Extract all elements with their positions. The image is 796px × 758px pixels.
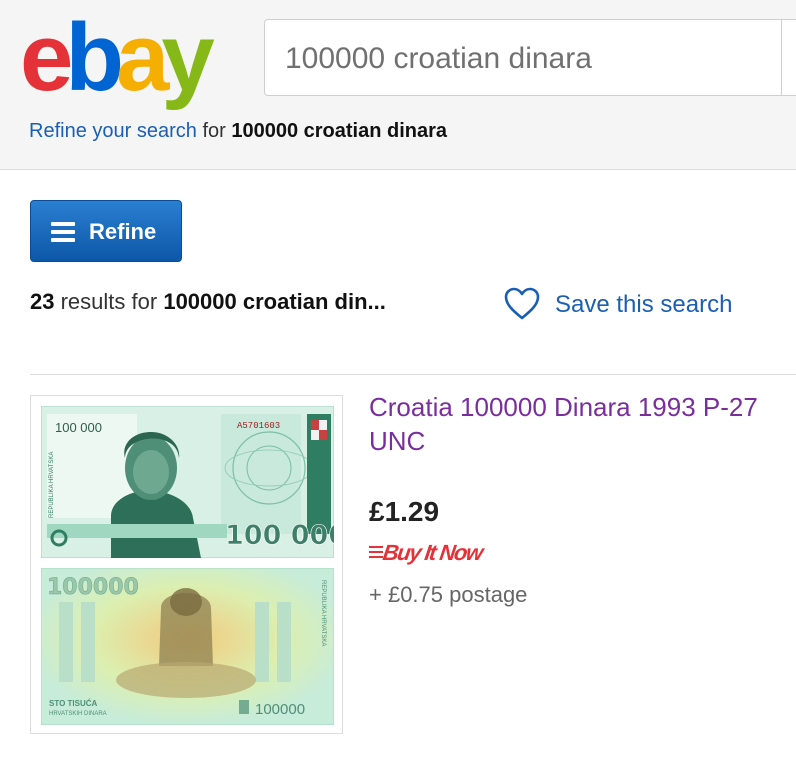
refine-search-line: Refine your search for 100000 croatian d… [29, 120, 447, 143]
results-query: 100000 croatian din... [163, 289, 386, 314]
heart-icon [504, 287, 540, 320]
results-text: results for [60, 289, 158, 314]
back-denomination: 100000 [47, 575, 139, 600]
search-divider [781, 20, 782, 95]
site-header: ebay 100000 croatian dinara Refine your … [0, 0, 796, 170]
speed-lines-icon [369, 546, 383, 560]
front-side-text: REPUBLIKA HRVATSKA [49, 452, 55, 518]
refine-for-text: for [202, 120, 226, 142]
listing-price: £1.29 [369, 496, 440, 527]
refine-query-text: 100000 croatian dinara [231, 120, 448, 142]
search-input-value: 100000 croatian dinara [285, 42, 592, 75]
serial-number: A5701603 [237, 421, 280, 431]
hamburger-icon [51, 222, 75, 242]
back-words: STO TISUĆA [49, 699, 98, 708]
listing-image[interactable]: 100 000 A5701603 REPUBLIKA HRVATSKA 100 … [30, 395, 343, 734]
banknote-back-image: 100000 STO TISUĆA HRVATSKIH DINARA REPUB… [41, 568, 334, 725]
listing-title-link[interactable]: Croatia 100000 Dinara 1993 P-27 UNC [369, 390, 796, 458]
results-summary: 23 results for 100000 croatian din... [30, 289, 386, 315]
search-input[interactable]: 100000 croatian dinara [264, 19, 796, 96]
buy-it-now-label: Buy It Now [381, 540, 484, 565]
save-search-label: Save this search [555, 291, 733, 318]
banknote-front-image: 100 000 A5701603 REPUBLIKA HRVATSKA 100 … [41, 406, 334, 558]
results-count: 23 [30, 289, 55, 314]
front-denomination-large: 100 000 [225, 520, 334, 551]
refine-search-link[interactable]: Refine your search [29, 120, 197, 142]
buy-it-now-badge: Buy It Now [369, 540, 483, 568]
refine-button-label: Refine [89, 219, 157, 244]
back-side-text: REPUBLIKA HRVATSKA [320, 580, 326, 646]
refine-button[interactable]: Refine [30, 200, 182, 262]
logo-letter-y: y [161, 4, 214, 111]
front-denomination: 100 000 [55, 420, 102, 435]
ebay-logo[interactable]: ebay [20, 4, 215, 111]
back-denomination-small: 100000 [255, 701, 305, 718]
back-words-2: HRVATSKIH DINARA [49, 711, 107, 717]
listing-postage: + £0.75 postage [369, 582, 528, 607]
logo-letter-a: a [116, 4, 169, 111]
results-divider [30, 374, 796, 375]
logo-letter-e: e [20, 4, 73, 111]
logo-letter-b: b [65, 4, 124, 111]
